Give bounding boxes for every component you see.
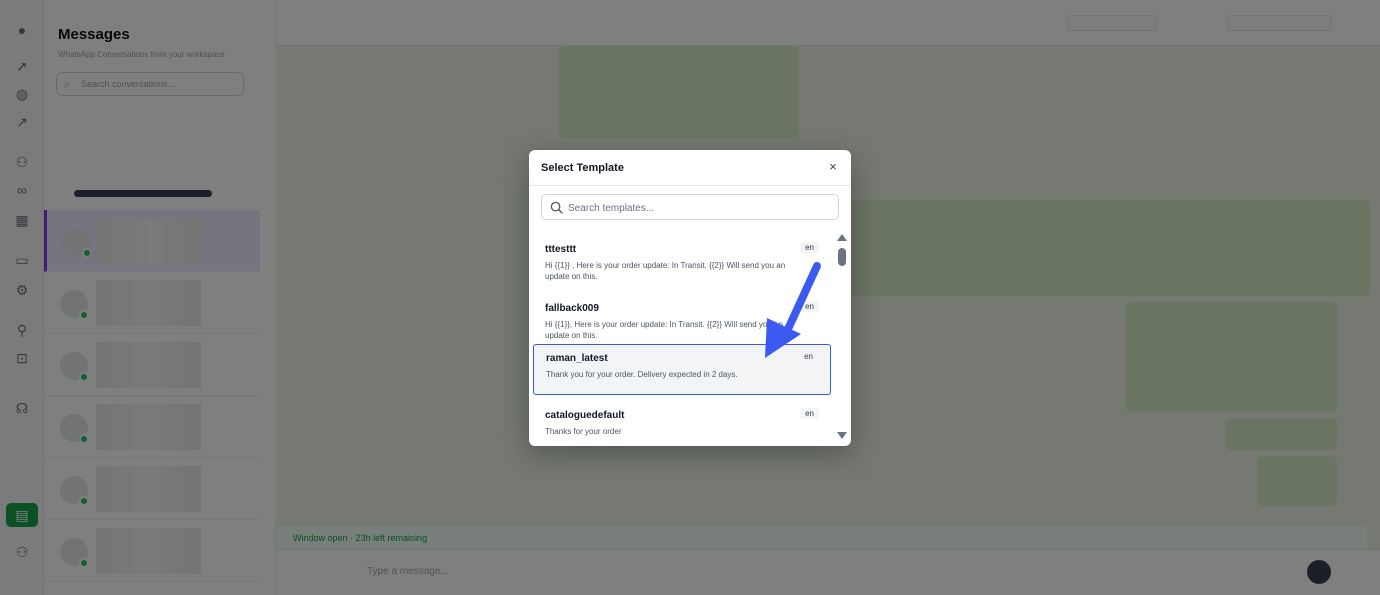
dialog-title: Select Template [541,162,624,174]
template-list-scrollbar[interactable] [837,232,847,444]
template-body: Hi {{1}}, Here is your order update: In … [545,320,783,340]
template-name: raman_latest [546,353,608,364]
template-body: Thanks for your order [545,427,622,436]
select-template-dialog: Select Template × tttesttt en Hi {{1}} ,… [529,150,851,446]
template-name: tttesttt [545,244,577,255]
template-body: Hi {{1}} , Here is your order update: In… [545,261,786,281]
template-item-fallback009[interactable]: fallback009 en Hi {{1}}, Here is your or… [533,295,831,349]
template-search-input[interactable] [568,199,828,217]
search-icon [550,201,563,214]
close-icon[interactable]: × [825,159,841,175]
language-badge: en [800,408,819,419]
template-item-cataloguedefault[interactable]: cataloguedefault en Thanks for your orde… [533,402,831,440]
template-item-raman-latest[interactable]: raman_latest en Thank you for your order… [533,344,831,395]
scroll-thumb[interactable] [838,248,846,266]
template-body: Thank you for your order. Delivery expec… [546,370,738,379]
language-badge: en [804,352,813,361]
template-name: cataloguedefault [545,410,625,421]
template-name: fallback009 [545,303,599,314]
scroll-up-icon[interactable] [837,234,847,241]
scroll-down-icon[interactable] [837,432,847,439]
language-badge: en [800,242,819,253]
language-badge: en [800,301,819,312]
template-search [541,194,839,220]
template-list: tttesttt en Hi {{1}} , Here is your orde… [529,232,837,440]
template-item-tttesttt[interactable]: tttesttt en Hi {{1}} , Here is your orde… [533,236,831,290]
dialog-header: Select Template × [529,150,851,186]
